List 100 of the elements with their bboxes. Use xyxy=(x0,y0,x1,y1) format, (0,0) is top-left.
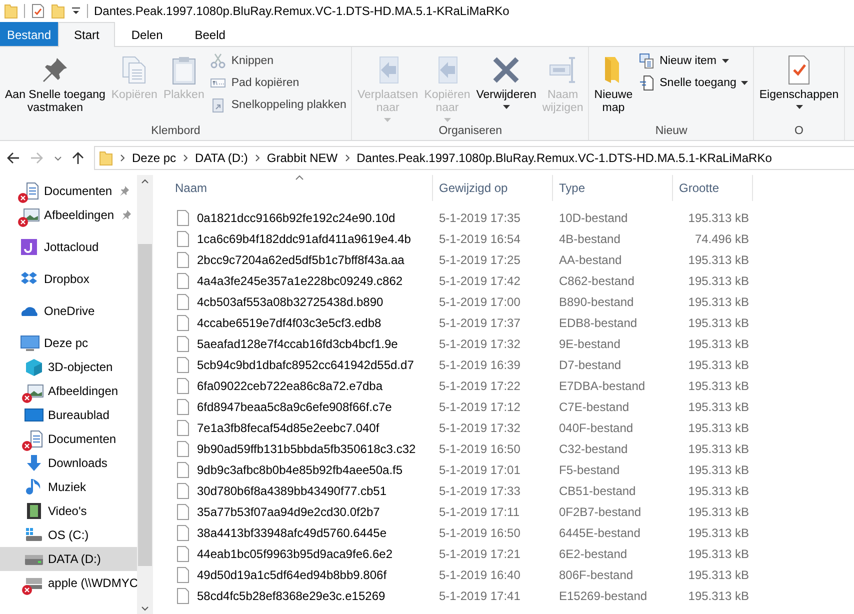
ribbon-button[interactable]: Aan Snelle toegang vastmaken xyxy=(2,50,108,115)
table-cell: 5-1-2019 16:50 xyxy=(439,442,520,456)
ribbon-button[interactable]: Verwijderen xyxy=(473,50,540,109)
table-cell: 4B-bestand xyxy=(559,232,620,246)
sidebar-item[interactable]: 3D-objecten xyxy=(0,355,137,379)
file-icon xyxy=(177,588,189,604)
breadcrumb-segment[interactable]: DATA (D:) xyxy=(195,151,248,165)
file-icon xyxy=(177,482,189,498)
table-cell: CB51-bestand xyxy=(559,484,636,498)
file-name[interactable]: 49d50d19a1c5df64ed94b8bb9.806f xyxy=(197,568,387,582)
sidebar-item[interactable]: DATA (D:) xyxy=(0,547,137,571)
table-cell: 5-1-2019 17:41 xyxy=(439,588,520,602)
breadcrumb-segment[interactable]: Grabbit NEW xyxy=(266,151,338,165)
chevron-right-icon[interactable] xyxy=(183,154,188,162)
error-badge-icon xyxy=(18,217,28,227)
table-cell: 195.313 kB xyxy=(688,504,749,518)
table-cell: 195.313 kB xyxy=(688,358,749,372)
table-cell: 195.313 kB xyxy=(688,588,749,602)
column-header[interactable]: Naam xyxy=(173,175,433,201)
breadcrumb-segment[interactable]: Dantes.Peak.1997.1080p.BluRay.Remux.VC-1.DTS-HD.MA.5.1-KRaLiMaRKo xyxy=(356,151,772,165)
file-menu-tab[interactable]: Bestand xyxy=(0,22,58,46)
scrollbar[interactable] xyxy=(137,175,153,614)
column-header[interactable]: Gewijzigd op xyxy=(433,175,553,201)
sidebar-item[interactable]: Jottacloud xyxy=(0,235,137,259)
file-name[interactable]: 44eab1bc05f9963b95d9aca9fe6.6e2 xyxy=(197,546,393,560)
file-name[interactable]: 4cb503af553a08b32725438d.b890 xyxy=(197,294,384,308)
chevron-right-icon[interactable] xyxy=(120,154,125,162)
back-arrow-icon[interactable] xyxy=(6,152,20,164)
file-name[interactable]: 7e1a3fb8fecaf54d85e2eebc7.040f xyxy=(197,420,380,434)
document-icon xyxy=(638,75,655,91)
group-label: Nieuw xyxy=(655,124,688,138)
file-icon xyxy=(177,314,189,330)
file-name[interactable]: 2bcc9c7204a62ed5df5b1c7bff8f43a.aa xyxy=(197,252,404,266)
up-arrow-icon[interactable] xyxy=(72,151,84,165)
table-cell: 040F-bestand xyxy=(559,420,634,434)
file-name[interactable]: 30d780b6f8a4389bb43490f77.cb51 xyxy=(197,484,387,498)
column-header[interactable]: Grootte xyxy=(673,175,753,201)
file-icon xyxy=(177,398,189,414)
sidebar-item[interactable]: Deze pc xyxy=(0,331,137,355)
ribbon-button[interactable]: Nieuw item xyxy=(636,51,752,71)
sidebar-item[interactable]: Muziek xyxy=(0,475,137,499)
sidebar-item[interactable]: Documenten xyxy=(0,179,137,203)
table-cell: C862-bestand xyxy=(559,274,634,288)
shortcut-icon xyxy=(210,97,226,113)
sidebar-item[interactable]: OS (C:) xyxy=(0,523,137,547)
ribbon-button[interactable]: Nieuwe map xyxy=(591,50,636,115)
table-cell: 195.313 kB xyxy=(688,484,749,498)
table-cell: 5-1-2019 17:33 xyxy=(439,484,520,498)
table-cell: E15269-bestand xyxy=(559,588,648,602)
chevron-up-icon[interactable] xyxy=(141,179,149,184)
file-name[interactable]: 4a4a3fe245e357a1e228bc09249.c862 xyxy=(197,274,403,288)
file-name[interactable]: 9b90ad59ffb131b5bbda5fb350618c3.c32 xyxy=(197,442,416,456)
chevron-right-icon[interactable] xyxy=(254,154,260,162)
table-cell: E7DBA-bestand xyxy=(559,378,646,392)
sidebar-item[interactable]: Afbeeldingen xyxy=(0,203,137,227)
file-name[interactable]: 58cd4fc5b28ef8368e29e3c.e15269 xyxy=(197,588,386,602)
breadcrumb-segment[interactable]: Deze pc xyxy=(132,151,176,165)
sidebar-item[interactable]: Dropbox xyxy=(0,267,137,291)
file-icon xyxy=(177,336,189,352)
recent-locations-chevron-icon[interactable] xyxy=(54,156,62,160)
column-header[interactable]: Type xyxy=(553,175,673,201)
sidebar-item[interactable]: Afbeeldingen xyxy=(0,379,137,403)
file-icon xyxy=(177,230,189,246)
chevron-right-icon[interactable] xyxy=(344,154,350,162)
file-name[interactable]: 9db9c3afbc8b0b4e85b92fb4aee50a.f5 xyxy=(197,462,403,476)
ribbon-tab[interactable]: Beeld xyxy=(178,22,242,46)
ribbon-button[interactable]: Snelle toegang xyxy=(636,73,752,93)
file-name[interactable]: 4ccabe6519e7df4f03c3e5cf3.edb8 xyxy=(197,316,382,330)
folder-icon xyxy=(99,150,113,166)
file-name[interactable]: 5cb94c9bd1dbafc8952cc641942d55d.d7 xyxy=(197,358,414,372)
sidebar-item[interactable]: Downloads xyxy=(0,451,137,475)
file-name[interactable]: 6fd8947beaa5c8a9c6efe908f66f.c7e xyxy=(197,400,392,414)
table-cell: 5-1-2019 17:42 xyxy=(439,274,520,288)
table-cell: 806F-bestand xyxy=(559,568,634,582)
ribbon-button[interactable]: Eigenschappen xyxy=(756,50,842,109)
sidebar-item[interactable]: Documenten xyxy=(0,427,137,451)
table-cell: 195.313 kB xyxy=(688,546,749,560)
table-cell: 5-1-2019 17:37 xyxy=(439,316,520,330)
file-name[interactable]: 1ca6c69b4f182ddc91afd411a9619e4.4b xyxy=(197,232,411,246)
chevron-down-icon[interactable] xyxy=(141,606,149,611)
group-label: Organiseren xyxy=(438,124,502,138)
table-cell: 195.313 kB xyxy=(688,442,749,456)
address-bar[interactable]: Deze pc DATA (D:) Grabbit NEW Dantes.Peak.1997.1080p.BluRay.Remux.VC-1.DTS-HD.MA.5.1-KRaLiMaRKo xyxy=(94,146,854,170)
properties-icon[interactable] xyxy=(31,3,45,19)
file-name[interactable]: 6fa09022ceb722ea86c8a72.e7dba xyxy=(197,378,383,392)
customize-dropdown-icon[interactable] xyxy=(71,6,81,16)
sidebar-item[interactable]: Video's xyxy=(0,499,137,523)
ribbon-tab[interactable]: Delen xyxy=(115,22,179,46)
file-name[interactable]: 5aeafad128e7f4ccab16fd3cb4bcf1.9e xyxy=(197,336,398,350)
file-name[interactable]: 35a77b53f07aa94d9e2cd30.0f2b7 xyxy=(197,504,380,518)
sidebar-item[interactable]: OneDrive xyxy=(0,299,137,323)
ribbon-tab[interactable]: Start xyxy=(58,22,116,47)
desktop-icon xyxy=(24,406,44,424)
sidebar-item[interactable]: Bureaublad xyxy=(0,403,137,427)
file-name[interactable]: 38a4413bf33948afc49d5760.6445e xyxy=(197,526,387,540)
file-name[interactable]: 0a1821dcc9166b92fe192c24e90.10d xyxy=(197,210,396,224)
file-icon xyxy=(177,356,189,372)
table-cell: 10D-bestand xyxy=(559,210,628,224)
table-cell: 195.313 kB xyxy=(688,526,749,540)
table-cell: 195.313 kB xyxy=(688,210,749,224)
